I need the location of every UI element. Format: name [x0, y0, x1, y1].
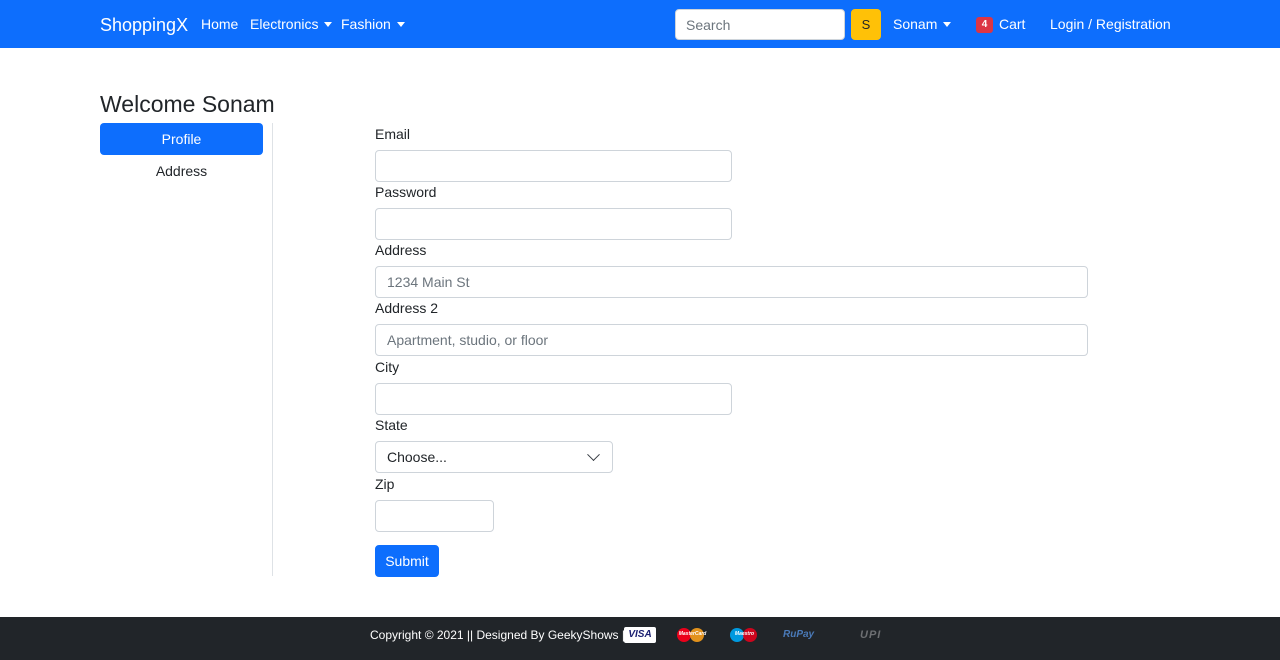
address2-field[interactable]: [375, 324, 1088, 356]
copyright-text: Copyright © 2021 || Designed By GeekySho…: [370, 628, 629, 642]
rupay-logo: RuPay: [783, 629, 815, 640]
caret-down-icon: [324, 22, 333, 27]
nav-dropdown-electronics-label: Electronics: [250, 16, 319, 32]
maestro-logo-text: Maestro: [734, 631, 755, 637]
search-input[interactable]: [675, 9, 845, 40]
zip-field[interactable]: [375, 500, 494, 532]
chevron-down-icon: [587, 447, 600, 461]
password-label: Password: [375, 184, 437, 200]
nav-dropdown-fashion[interactable]: Fashion: [341, 16, 405, 33]
submit-button[interactable]: Submit: [375, 545, 439, 577]
user-menu-dropdown[interactable]: Sonam: [893, 16, 952, 33]
caret-down-icon: [396, 22, 405, 27]
email-field[interactable]: [375, 150, 732, 182]
sidebar-item-address[interactable]: Address: [100, 155, 263, 187]
state-label: State: [375, 417, 408, 433]
password-field[interactable]: [375, 208, 732, 240]
login-registration-link[interactable]: Login / Registration: [1050, 16, 1171, 33]
nav-dropdown-fashion-label: Fashion: [341, 16, 391, 32]
upi-logo: UPI: [860, 629, 882, 641]
cart-label: Cart: [999, 16, 1026, 32]
top-navbar: ShoppingX Home Electronics Fashion S Son…: [0, 0, 1280, 48]
address-field[interactable]: [375, 266, 1088, 298]
welcome-heading: Welcome Sonam: [100, 91, 275, 117]
visa-logo: VISA: [624, 627, 656, 643]
cart-link[interactable]: 4 Cart: [976, 16, 1025, 33]
nav-dropdown-electronics[interactable]: Electronics: [250, 16, 333, 33]
nav-link-home[interactable]: Home: [201, 16, 238, 33]
caret-down-icon: [943, 22, 952, 27]
state-select-value: Choose...: [387, 449, 447, 465]
search-button[interactable]: S: [851, 9, 881, 40]
sidebar-item-profile[interactable]: Profile: [100, 123, 263, 155]
mastercard-logo: MasterCard: [675, 627, 710, 643]
brand-logo[interactable]: ShoppingX: [100, 14, 188, 36]
user-menu-label: Sonam: [893, 16, 938, 32]
address-label: Address: [375, 242, 427, 258]
page-footer: Copyright © 2021 || Designed By GeekySho…: [0, 617, 1280, 660]
city-label: City: [375, 359, 400, 375]
address2-label: Address 2: [375, 300, 439, 316]
maestro-logo: Maestro: [728, 627, 761, 643]
email-label: Email: [375, 126, 411, 142]
mastercard-logo-text: MasterCard: [678, 631, 707, 637]
profile-sidebar: Profile Address: [100, 123, 273, 576]
zip-label: Zip: [375, 476, 395, 492]
city-field[interactable]: [375, 383, 732, 415]
state-select[interactable]: Choose...: [375, 441, 613, 473]
cart-count-badge: 4: [976, 16, 993, 33]
